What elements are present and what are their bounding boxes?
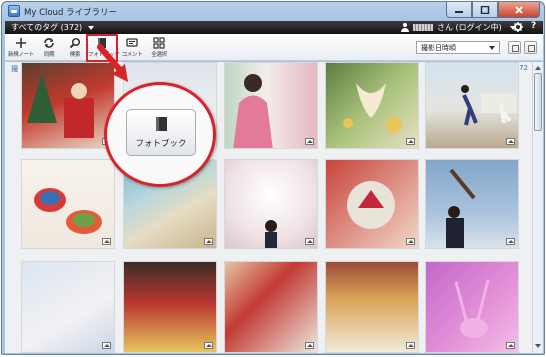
grid-view-button[interactable]	[524, 41, 537, 54]
close-icon	[515, 5, 523, 14]
sort-order-select[interactable]: 撮影日時順	[416, 41, 500, 54]
photo-thumbnail[interactable]	[123, 261, 217, 353]
photo-thumbnail[interactable]	[325, 261, 419, 353]
search-icon	[69, 37, 81, 49]
photobook-icon	[156, 117, 167, 131]
photo-type-icon	[406, 238, 415, 245]
photo-type-icon	[506, 342, 515, 349]
sync-icon	[44, 38, 54, 48]
masked-username	[413, 24, 433, 31]
user-icon	[401, 23, 409, 32]
select-all-button[interactable]: 全選択	[145, 36, 173, 60]
photo-type-icon	[506, 138, 515, 145]
tag-filter-label: すべてのタグ (372)	[11, 23, 83, 32]
photo-thumbnail[interactable]	[425, 159, 519, 249]
photobook-callout-button[interactable]: フォトブック	[126, 109, 196, 156]
status-text: 撮	[11, 65, 18, 73]
maximize-button[interactable]	[472, 2, 498, 18]
tag-filter-dropdown[interactable]: すべてのタグ (372)	[11, 22, 95, 33]
photo-type-icon	[406, 342, 415, 349]
schoolyard-photo	[461, 85, 516, 126]
photo-type-icon	[102, 238, 111, 245]
chevron-down-icon	[88, 25, 95, 30]
maximize-icon	[480, 5, 490, 14]
caption-buttons	[446, 2, 540, 18]
vertical-scrollbar[interactable]	[532, 62, 543, 353]
callout-arrow	[97, 44, 128, 82]
search-label: 検索	[69, 52, 81, 58]
photo-type-icon	[305, 238, 314, 245]
photo-thumbnail[interactable]	[224, 261, 318, 353]
minimize-icon	[455, 10, 463, 13]
new-note-label: 新規ノート	[7, 52, 34, 58]
photo-count: 72	[519, 64, 528, 72]
photo-type-icon	[406, 138, 415, 145]
select-all-label: 全選択	[151, 52, 167, 58]
photo-thumbnail[interactable]	[21, 159, 115, 249]
photobook-callout-label: フォトブック	[135, 139, 187, 149]
photo-thumbnail[interactable]	[325, 159, 419, 249]
app-window: My Cloud ライブラリー すべてのタグ (372) さん (ログイン中)	[1, 1, 545, 355]
chevron-down-icon	[489, 46, 495, 50]
photo-grid: 撮 72	[5, 62, 532, 353]
photo-type-icon	[305, 342, 314, 349]
toolbar: 新規ノート 同期 検索 フォトブック コメント 全選択 撮影日時順	[5, 34, 543, 62]
kimono-photo	[233, 74, 273, 148]
photo-type-icon	[204, 342, 213, 349]
search-button[interactable]: 検索	[61, 36, 89, 60]
photo-thumbnail[interactable]	[224, 159, 318, 249]
scrollbar-thumb[interactable]	[534, 73, 542, 131]
photobook-callout: フォトブック	[104, 82, 216, 187]
window-title: My Cloud ライブラリー	[24, 8, 118, 18]
sort-order-value: 撮影日時順	[421, 44, 456, 52]
app-icon	[8, 5, 20, 17]
header-bar: すべてのタグ (372) さん (ログイン中) ?	[5, 21, 543, 34]
minimize-button[interactable]	[446, 2, 472, 18]
list-view-button[interactable]	[508, 41, 521, 54]
plus-icon	[16, 38, 26, 48]
title-bar[interactable]: My Cloud ライブラリー	[2, 2, 544, 21]
photo-type-icon	[305, 138, 314, 145]
scroll-up-icon	[535, 66, 541, 70]
wagashi-photo	[347, 181, 395, 229]
scroll-down-icon	[535, 344, 541, 348]
photo-thumbnail[interactable]	[224, 62, 318, 149]
photo-thumbnail[interactable]	[425, 261, 519, 353]
graduation-photo	[446, 168, 476, 248]
photo-thumbnail[interactable]	[325, 62, 419, 149]
photo-type-icon	[204, 238, 213, 245]
user-menu[interactable]: さん (ログイン中)	[401, 22, 516, 33]
close-button[interactable]	[498, 2, 540, 18]
new-note-button[interactable]: 新規ノート	[7, 36, 35, 60]
silhouette-photo	[454, 279, 490, 338]
select-all-icon	[153, 37, 165, 49]
photo-type-icon	[102, 342, 111, 349]
photo-thumbnail[interactable]	[425, 62, 519, 149]
photo-type-icon	[506, 238, 515, 245]
sync-label: 同期	[43, 52, 55, 58]
sync-button[interactable]: 同期	[35, 36, 63, 60]
help-icon[interactable]: ?	[531, 21, 536, 31]
spinning-tops-photo	[34, 188, 102, 234]
ornament-photo	[343, 83, 402, 133]
user-status-label: さん (ログイン中)	[437, 23, 502, 32]
cherry-blossom-photo	[265, 220, 277, 248]
photo-thumbnail[interactable]	[21, 261, 115, 353]
